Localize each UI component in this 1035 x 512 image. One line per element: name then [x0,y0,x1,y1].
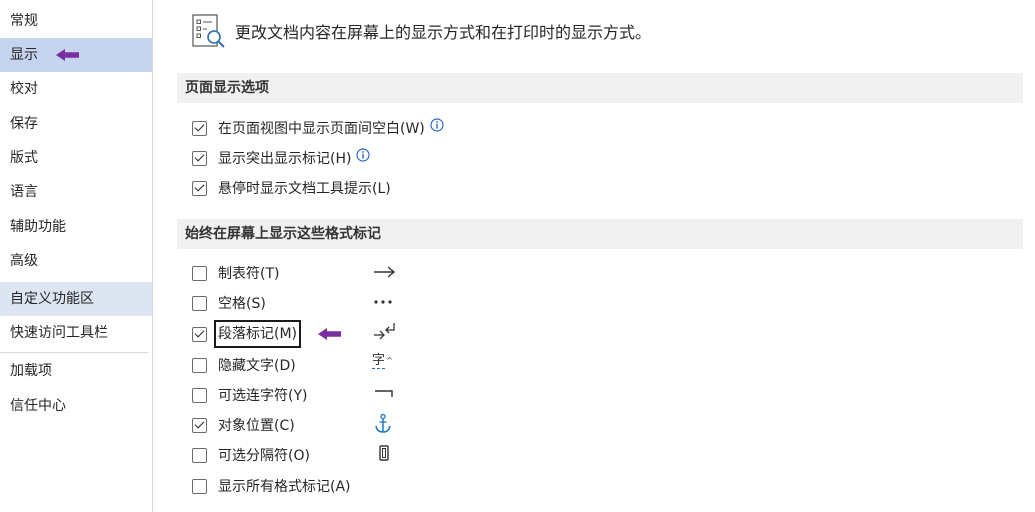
sidebar-border [152,0,153,512]
sidebar-item-proofing[interactable]: 校对 [0,72,152,106]
checkbox[interactable] [192,120,207,136]
option-show-tooltips[interactable]: 悬停时显示文档工具提示(L) [192,176,391,200]
section-header-page-display: 页面显示选项 [177,73,1023,103]
sidebar-item-label: 显示 [10,47,38,63]
checkbox[interactable] [192,295,207,311]
info-icon[interactable] [430,118,444,132]
info-icon[interactable] [356,148,371,162]
option-label: 在页面视图中显示页面间空白(W) [218,121,425,137]
sidebar-item-general[interactable]: 常规 [0,4,152,38]
option-optional-hyphens[interactable]: 可选连字符(Y) [192,383,307,407]
annotation-arrow-icon [56,49,79,61]
hidden-text-icon: 字^ [372,352,398,374]
option-label: 显示突出显示标记(H) [218,151,352,167]
option-paragraph-marks[interactable]: 段落标记(M) [192,320,302,348]
option-label: 对象位置(C) [218,418,295,434]
caret-mark: ^ [386,356,393,365]
option-object-anchors[interactable]: 对象位置(C) [192,413,295,437]
option-tab-characters[interactable]: 制表符(T) [192,261,279,285]
sidebar-item-customize-ribbon[interactable]: 自定义功能区 [0,282,152,316]
option-label: 悬停时显示文档工具提示(L) [218,181,391,197]
sidebar-item-language[interactable]: 语言 [0,175,152,209]
sidebar-item-typography[interactable]: 版式 [0,141,152,175]
option-spaces[interactable]: 空格(S) [192,291,266,315]
option-label: 制表符(T) [218,266,280,282]
options-sidebar: 常规 显示 校对 保存 版式 语言 辅助功能 高级 自定义功能区 快速访问工具栏… [0,0,153,512]
sidebar-item-display[interactable]: 显示 [0,38,152,72]
checkbox[interactable] [192,357,207,373]
tab-arrow-icon [374,266,396,278]
space-dots-icon [374,300,392,304]
section-header-format-marks: 始终在屏幕上显示这些格式标记 [177,219,1023,249]
checkbox[interactable] [192,180,207,196]
display-settings-icon [192,14,225,48]
sidebar-item-quick-access-toolbar[interactable]: 快速访问工具栏 [0,316,152,350]
sidebar-item-save[interactable]: 保存 [0,107,152,141]
option-hidden-text[interactable]: 隐藏文字(D) [192,353,296,377]
option-label: 隐藏文字(D) [218,358,296,374]
option-label-highlighted: 段落标记(M) [214,320,302,348]
option-label: 可选连字符(Y) [218,388,308,404]
option-label: 空格(S) [218,296,266,312]
hidden-text-char: 字 [372,353,386,369]
option-show-whitespace[interactable]: 在页面视图中显示页面间空白(W) [192,116,444,140]
annotation-arrow-icon [318,328,341,340]
checkbox[interactable] [192,417,207,433]
checkbox[interactable] [192,265,207,281]
page-description: 更改文档内容在屏幕上的显示方式和在打印时的显示方式。 [235,23,652,42]
optional-hyphen-icon [375,390,393,397]
checkbox[interactable] [192,478,207,494]
sidebar-item-accessibility[interactable]: 辅助功能 [0,210,152,244]
sidebar-item-advanced[interactable]: 高级 [0,244,152,278]
option-show-highlighter[interactable]: 显示突出显示标记(H) [192,146,371,170]
sidebar-divider [0,352,148,353]
anchor-icon [375,413,391,433]
checkbox[interactable] [192,326,207,342]
option-show-all-marks[interactable]: 显示所有格式标记(A) [192,474,351,498]
paragraph-mark-icon [374,323,395,340]
checkbox[interactable] [192,447,207,463]
option-optional-breaks[interactable]: 可选分隔符(O) [192,443,310,467]
checkbox[interactable] [192,387,207,403]
checkbox[interactable] [192,150,207,166]
optional-break-icon [379,445,389,461]
word-options-display-page: 常规 显示 校对 保存 版式 语言 辅助功能 高级 自定义功能区 快速访问工具栏… [0,0,1035,512]
option-label: 可选分隔符(O) [218,448,310,464]
sidebar-item-trust-center[interactable]: 信任中心 [0,389,152,423]
option-label: 显示所有格式标记(A) [218,479,351,495]
sidebar-item-addins[interactable]: 加载项 [0,354,152,388]
